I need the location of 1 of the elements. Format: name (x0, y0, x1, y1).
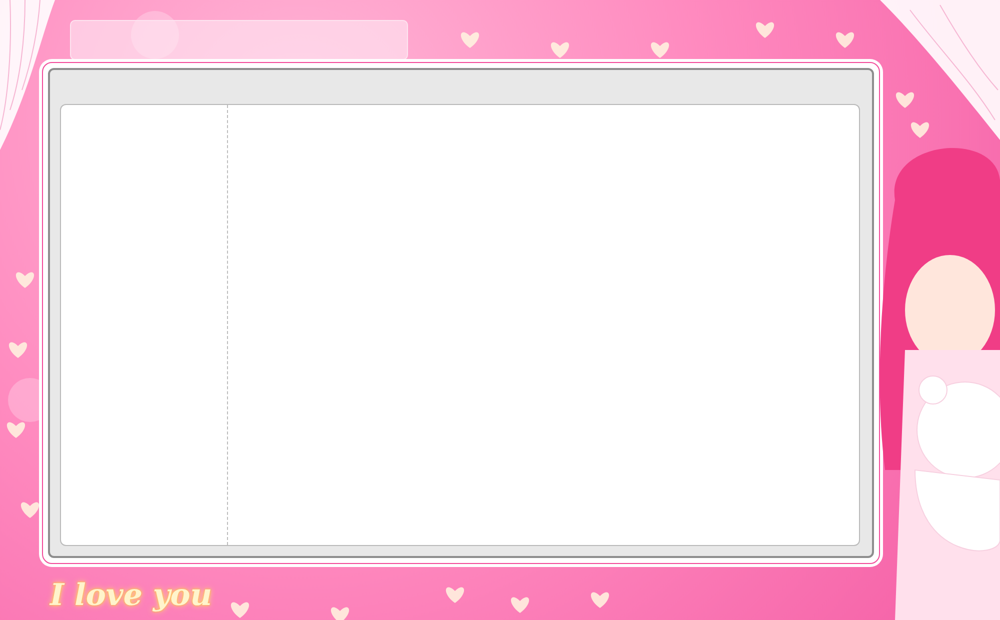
tagline-text: I love you (50, 578, 212, 613)
